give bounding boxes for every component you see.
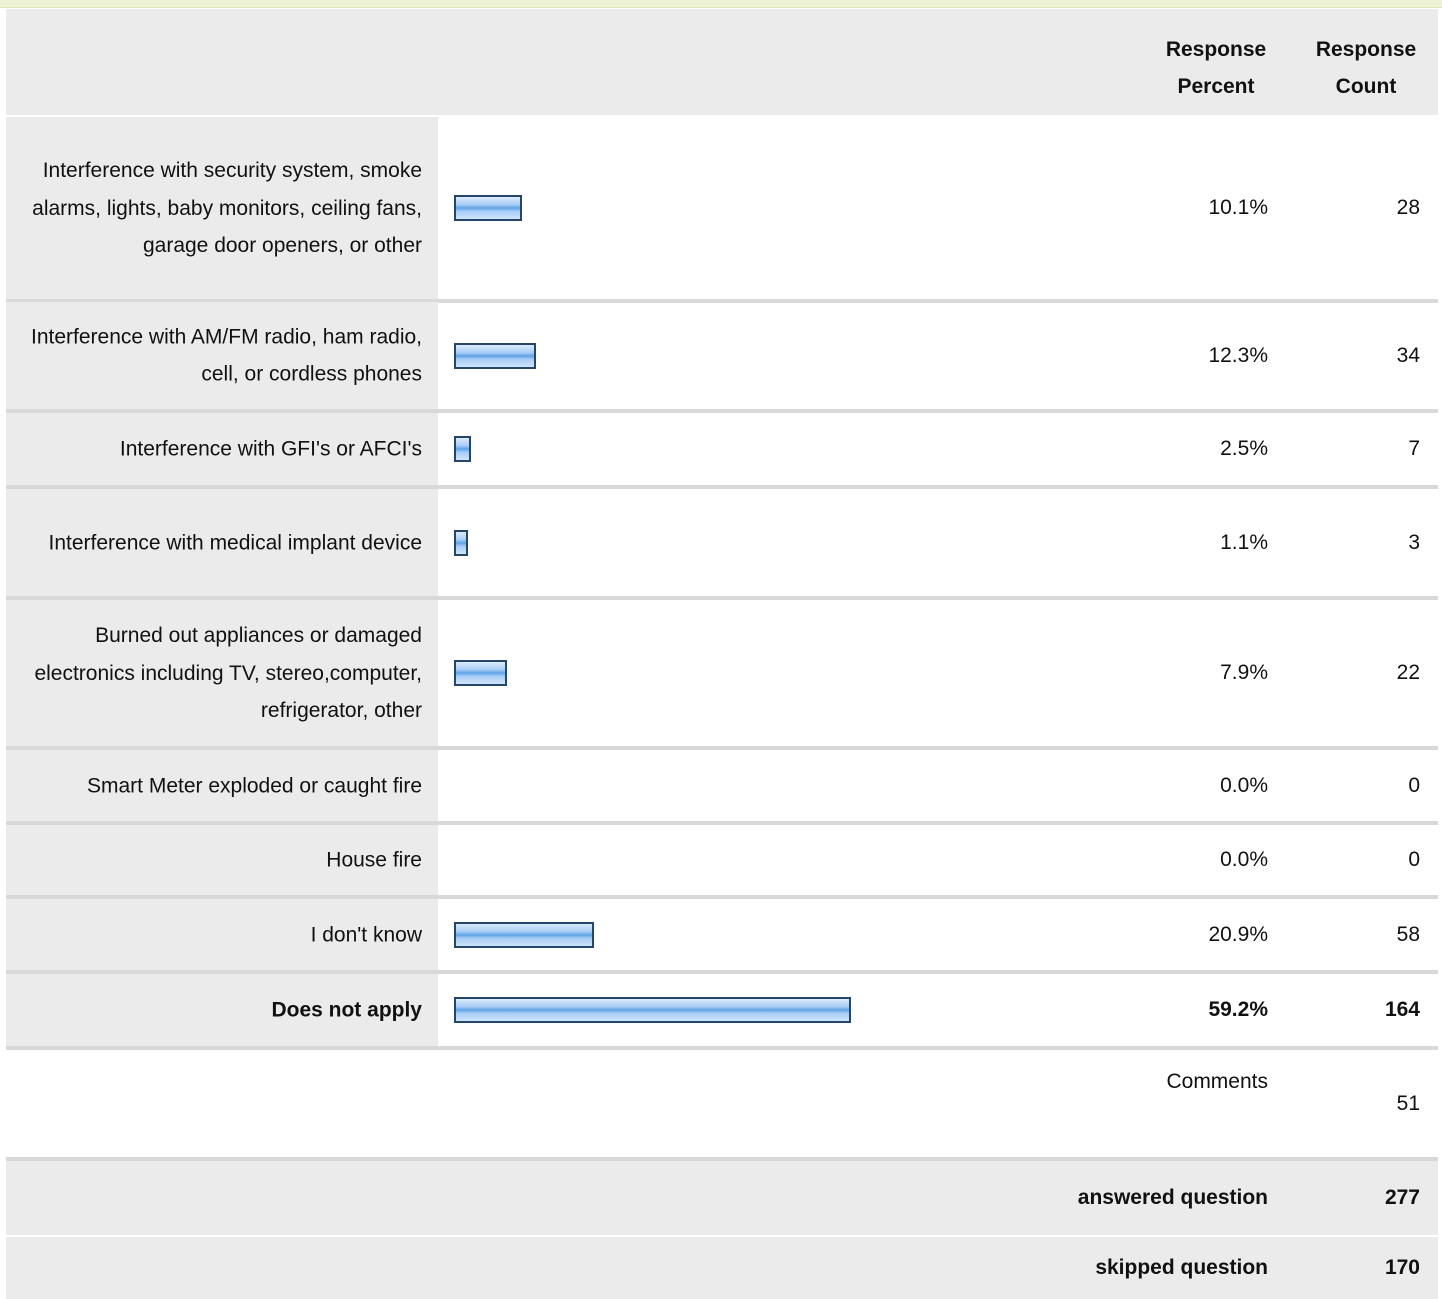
response-percent: 20.9% [1208, 922, 1268, 946]
response-percent: 10.1% [1208, 196, 1268, 219]
response-percent: 1.1% [1220, 530, 1268, 554]
row-label-cell: I don't know [6, 899, 438, 970]
top-strip [0, 0, 1442, 8]
response-bar [454, 529, 468, 556]
table-row: Smart Meter exploded or caught fire 0.0% 0 [6, 750, 1438, 825]
response-count: 0 [1408, 848, 1420, 871]
row-label-cell: Burned out appliances or damaged electro… [6, 600, 438, 746]
response-bar [454, 660, 507, 686]
response-bar [454, 436, 471, 462]
table-row: Interference with security system, smoke… [6, 117, 1438, 303]
response-bar [454, 342, 536, 369]
answer-choice-label: Burned out appliances or damaged electro… [34, 623, 422, 722]
response-count: 34 [1396, 343, 1420, 367]
row-label-cell: House fire [6, 825, 438, 895]
response-percent: 2.5% [1220, 437, 1268, 460]
table-row: Interference with GFI's or AFCI's 2.5% 7 [6, 413, 1438, 489]
response-count: 3 [1408, 530, 1420, 554]
row-label-cell: Interference with GFI's or AFCI's [6, 413, 438, 485]
skipped-question-row: skipped question 170 [6, 1237, 1438, 1299]
answer-choice-label: Interference with security system, smoke… [32, 158, 422, 257]
table-row: I don't know 20.9% 58 [6, 899, 1438, 974]
response-percent: 0.0% [1220, 848, 1268, 871]
table-row: Interference with AM/FM radio, ham radio… [6, 302, 1438, 413]
answer-choice-label: Interference with AM/FM radio, ham radio… [31, 325, 422, 386]
table-row: Burned out appliances or damaged electro… [6, 600, 1438, 750]
answer-choice-label: Interference with medical implant device [48, 530, 422, 554]
response-bar [454, 921, 594, 948]
answer-choice-label: Smart Meter exploded or caught fire [87, 773, 422, 797]
table-row: Does not apply 59.2% 164 [6, 974, 1438, 1050]
comments-count: 51 [1396, 1092, 1420, 1115]
response-count: 22 [1396, 661, 1420, 684]
header-response-count: Response Count [1315, 38, 1417, 98]
table-row: Interference with medical implant device… [6, 489, 1438, 600]
row-label-cell: Interference with AM/FM radio, ham radio… [6, 302, 438, 409]
response-count: 0 [1408, 773, 1420, 797]
response-percent: 59.2% [1208, 998, 1268, 1021]
row-label-cell: Interference with medical implant device [6, 489, 438, 596]
response-count: 164 [1384, 998, 1420, 1021]
response-count: 58 [1396, 922, 1420, 946]
response-count: 28 [1396, 196, 1420, 219]
answered-question-label: answered question [1077, 1186, 1268, 1209]
answered-question-value: 277 [1384, 1186, 1420, 1209]
row-label-cell: Does not apply [6, 974, 438, 1046]
answer-choice-label: Interference with GFI's or AFCI's [119, 437, 422, 461]
comments-link[interactable]: Comments [1166, 1070, 1268, 1094]
answer-choice-label: House fire [326, 848, 422, 872]
table-row: House fire 0.0% 0 [6, 825, 1438, 899]
skipped-question-value: 170 [1384, 1256, 1420, 1279]
response-percent: 0.0% [1220, 773, 1268, 797]
comments-row: Comments 51 [6, 1050, 1438, 1161]
answer-choice-label: I don't know [310, 922, 422, 946]
row-label-cell: Smart Meter exploded or caught fire [6, 750, 438, 821]
answer-choice-label: Does not apply [271, 998, 422, 1022]
row-label-cell: Interference with security system, smoke… [6, 117, 438, 299]
answered-question-row: answered question 277 [6, 1161, 1438, 1237]
skipped-question-label: skipped question [1095, 1256, 1268, 1279]
table-header: Response Percent Response Count [6, 9, 1438, 115]
response-count: 7 [1408, 437, 1420, 460]
response-percent: 12.3% [1208, 343, 1268, 367]
response-percent: 7.9% [1220, 661, 1268, 684]
header-response-percent: Response Percent [1165, 38, 1267, 98]
response-bar [454, 195, 522, 221]
response-bar [454, 997, 851, 1023]
